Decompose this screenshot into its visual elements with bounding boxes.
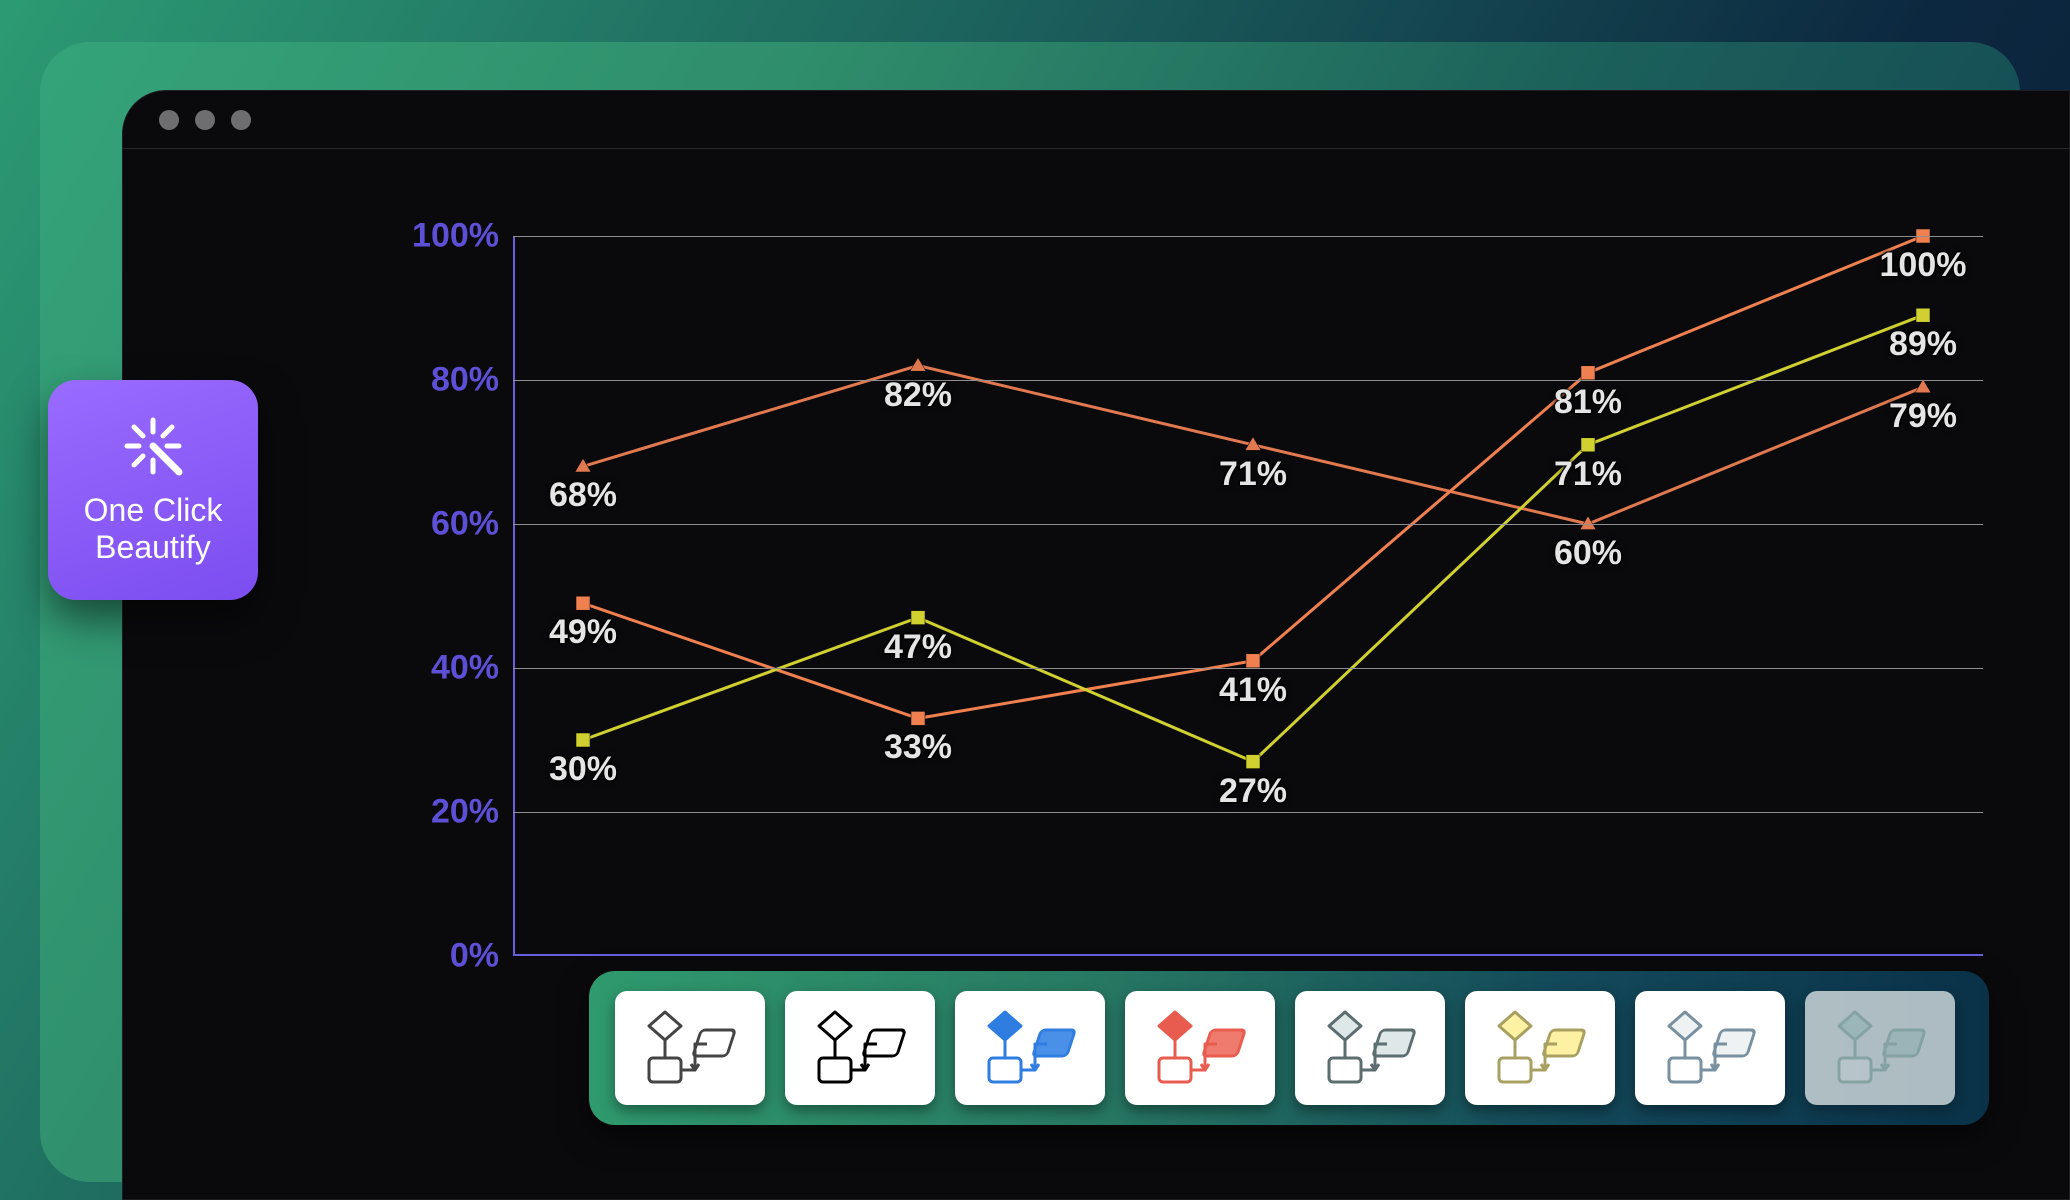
gridline: [513, 668, 1983, 669]
flowchart-icon: [1315, 1006, 1425, 1090]
theme-selector: [589, 971, 1989, 1125]
theme-option-outline-light[interactable]: [615, 991, 765, 1105]
gridline: [513, 236, 1983, 237]
beautify-label: One ClickBeautify: [84, 492, 223, 566]
data-point: [1581, 438, 1595, 452]
data-point: [576, 596, 590, 610]
theme-option-grey[interactable]: [1635, 991, 1785, 1105]
y-tick-label: 0%: [450, 937, 499, 976]
y-tick-label: 100%: [412, 217, 499, 256]
flowchart-icon: [1485, 1006, 1595, 1090]
data-label: 27%: [1219, 772, 1287, 811]
data-label: 47%: [884, 628, 952, 667]
flowchart-icon: [1145, 1006, 1255, 1090]
window-control-close[interactable]: [159, 110, 179, 130]
data-label: 71%: [1219, 455, 1287, 494]
data-point: [910, 358, 926, 372]
window-control-zoom[interactable]: [231, 110, 251, 130]
data-label: 82%: [884, 376, 952, 415]
data-point: [1581, 366, 1595, 380]
gridline: [513, 380, 1983, 381]
gridline: [513, 812, 1983, 813]
flowchart-icon: [635, 1006, 745, 1090]
data-label: 41%: [1219, 671, 1287, 710]
data-label: 81%: [1554, 383, 1622, 422]
theme-option-slate[interactable]: [1295, 991, 1445, 1105]
magic-wand-icon: [121, 414, 185, 478]
gridline: [513, 524, 1983, 525]
chart-svg: [513, 236, 1983, 956]
data-label: 79%: [1889, 397, 1957, 436]
y-tick-label: 20%: [431, 793, 499, 832]
theme-option-blue[interactable]: [955, 991, 1105, 1105]
app-window: 0% 20% 40% 60% 80% 100% 68% 82% 71% 60% 79% 49% 33% 4…: [122, 90, 2070, 1200]
flowchart-icon: [805, 1006, 915, 1090]
window-control-minimize[interactable]: [195, 110, 215, 130]
flowchart-icon: [1825, 1006, 1935, 1090]
data-label: 33%: [884, 728, 952, 767]
data-point: [1916, 308, 1930, 322]
data-label: 89%: [1889, 325, 1957, 364]
y-tick-label: 60%: [431, 505, 499, 544]
one-click-beautify-button[interactable]: One ClickBeautify: [48, 380, 258, 600]
theme-option-outline-bold[interactable]: [785, 991, 935, 1105]
theme-option-yellow[interactable]: [1465, 991, 1615, 1105]
theme-option-mint[interactable]: [1805, 991, 1955, 1105]
line-chart: 0%20%40%60%80%100%68%82%71%60%79%49%33%4…: [513, 236, 1983, 956]
data-point: [911, 711, 925, 725]
data-label: 68%: [549, 476, 617, 515]
data-label: 30%: [549, 750, 617, 789]
data-label: 100%: [1880, 246, 1967, 285]
data-label: 71%: [1554, 455, 1622, 494]
y-tick-label: 80%: [431, 361, 499, 400]
flowchart-icon: [975, 1006, 1085, 1090]
y-tick-label: 40%: [431, 649, 499, 688]
theme-option-red[interactable]: [1125, 991, 1275, 1105]
data-label: 60%: [1554, 534, 1622, 573]
data-point: [1246, 654, 1260, 668]
data-label: 49%: [549, 613, 617, 652]
flowchart-icon: [1655, 1006, 1765, 1090]
data-point: [911, 611, 925, 625]
data-point: [1915, 379, 1931, 393]
data-point: [576, 733, 590, 747]
data-point: [1246, 755, 1260, 769]
window-titlebar: [123, 91, 2069, 149]
